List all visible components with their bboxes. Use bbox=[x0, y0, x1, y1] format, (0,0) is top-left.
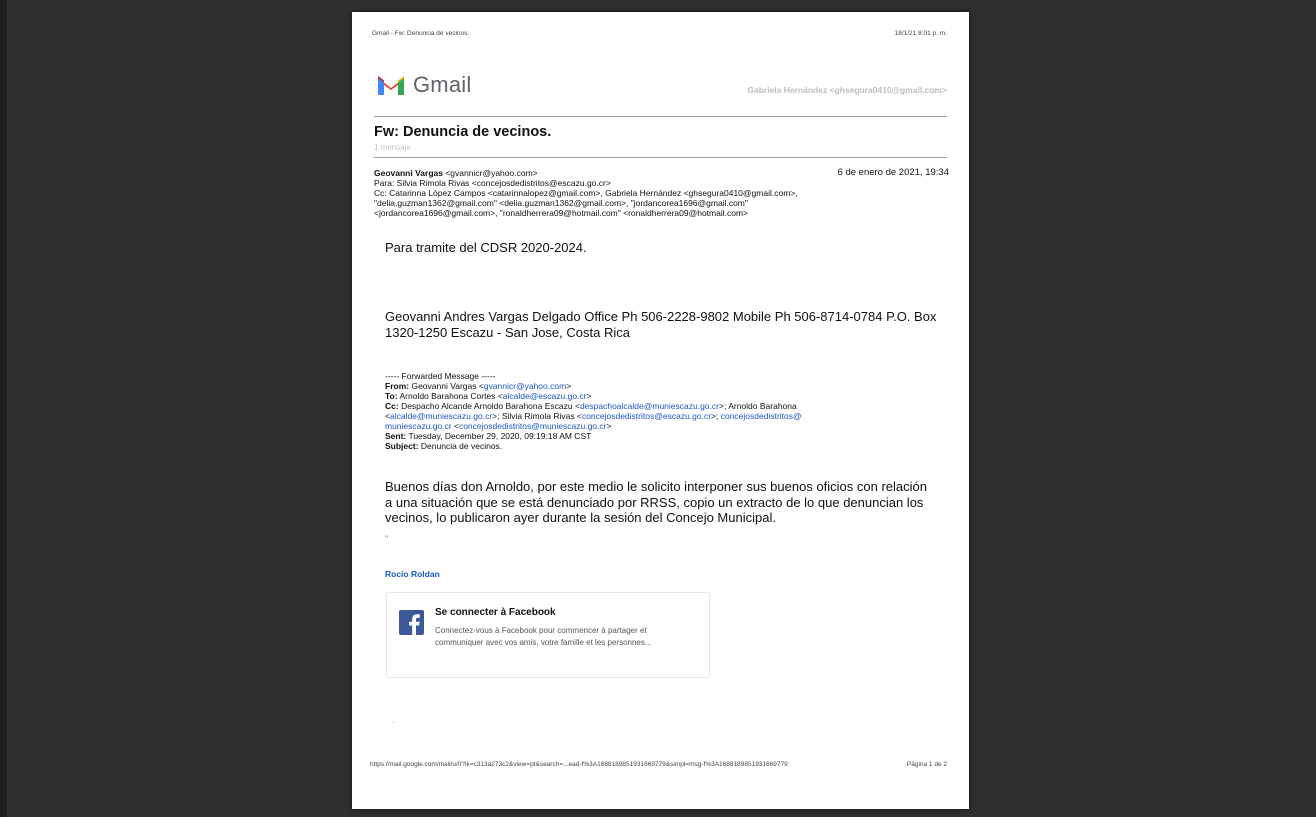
forwarded-signature-link[interactable]: Rocio Roldan bbox=[385, 569, 440, 579]
fwd-to: To: Arnoldo Barahona Cortes <alcalde@esc… bbox=[385, 391, 950, 401]
gmail-m-icon bbox=[378, 76, 404, 95]
to-line: Para: Silvia Rimola Rivas <concejosdedis… bbox=[374, 178, 611, 188]
fwd-cc-link[interactable]: alcalde@muniescazu.go.cr bbox=[390, 411, 492, 421]
fwd-cc-text: Despacho Alcande Arnoldo Barahona Escazu… bbox=[398, 401, 580, 411]
fwd-cc-label: Cc: bbox=[385, 401, 399, 411]
sender-name: Geovanni Vargas bbox=[374, 168, 443, 178]
facebook-link-card[interactable]: Se connecter à Facebook Connectez-vous à… bbox=[386, 592, 710, 678]
fwd-to-end: > bbox=[586, 391, 592, 401]
fwd-subject: Subject: Denuncia de vecinos. bbox=[385, 441, 950, 451]
signature-line: 1320-1250 Escazu - San Jose, Costa Rica bbox=[385, 324, 630, 340]
fwd-sent: Sent: Tuesday, December 29, 2020, 09:19:… bbox=[385, 431, 950, 441]
gmail-wordmark: Gmail bbox=[413, 72, 472, 97]
forwarded-body: Buenos días don Arnoldo, por este medio … bbox=[385, 479, 927, 526]
fwd-to-name: Arnoldo Barahona Cortes < bbox=[397, 391, 503, 401]
fwd-cc-link[interactable]: despachoalcalde@muniescazu.go.cr bbox=[580, 401, 719, 411]
forwarded-body-line: a una situación que se está denunciado p… bbox=[385, 494, 924, 510]
forwarded-divider: ----- Forwarded Message ----- bbox=[385, 371, 496, 381]
sender-email: <gvannicr@yahoo.com> bbox=[442, 168, 538, 178]
forwarded-body-line: Buenos días don Arnoldo, por este medio … bbox=[385, 479, 927, 494]
forwarded-block: ----- Forwarded Message ----- From: Geov… bbox=[385, 371, 950, 451]
fwd-cc-cont: <alcalde@muniescazu.go.cr>; Silvia Rimol… bbox=[385, 411, 950, 421]
facebook-icon bbox=[399, 610, 424, 635]
message-count: 1 mensaje bbox=[374, 143, 411, 152]
fwd-cc-text: >; Silvia Rimola Rivas < bbox=[492, 411, 582, 421]
message-date: 6 de enero de 2021, 19:34 bbox=[837, 167, 949, 178]
fwd-from: From: Geovanni Vargas <gvannicr@yahoo.co… bbox=[385, 381, 950, 391]
fwd-to-link[interactable]: alcalde@escazu.go.cr bbox=[503, 391, 587, 401]
facebook-card-title: Se connecter à Facebook bbox=[435, 607, 556, 618]
fwd-cc-text: >; bbox=[711, 411, 721, 421]
account-email: Gabriela Hernández <ghsegura0410@gmail.c… bbox=[747, 85, 947, 95]
header-divider bbox=[374, 116, 947, 117]
print-header-title: Gmail - Fw: Denuncia de vecinos. bbox=[372, 30, 470, 37]
facebook-card-description: Connectez-vous à Facebook pour commencer… bbox=[435, 626, 652, 647]
print-header-timestamp: 18/1/21 8:01 p. m. bbox=[894, 30, 947, 37]
print-footer-url: https://mail.google.com/mail/u/0?ik=c313… bbox=[370, 761, 788, 768]
fwd-subject-label: Subject: bbox=[385, 441, 419, 451]
fwd-cc-link[interactable]: concejosdedistritos@ bbox=[721, 411, 802, 421]
fwd-cc-text: >; Arnoldo Barahona bbox=[718, 401, 797, 411]
cc-line: "delia.guzman1362@gmail.com" <delia.guzm… bbox=[374, 198, 748, 208]
quote-mark: " bbox=[385, 534, 389, 544]
print-footer-page: Página 1 de 2 bbox=[906, 761, 947, 768]
sender-signature: Geovanni Andres Vargas Delgado Office Ph… bbox=[385, 309, 936, 340]
forwarded-body-line: vecinos, lo publicaron ayer durante la s… bbox=[385, 510, 776, 525]
fwd-sent-value: Tuesday, December 29, 2020, 09:19:18 AM … bbox=[406, 431, 592, 441]
viewer-sidebar-edge bbox=[0, 0, 7, 817]
subject-divider bbox=[374, 157, 947, 158]
fwd-from-end: > bbox=[566, 381, 572, 391]
fwd-from-link[interactable]: gvannicr@yahoo.com bbox=[484, 381, 566, 391]
fwd-cc-link[interactable]: concejosdedistritos@muniescazu.go.cr bbox=[459, 421, 607, 431]
thread-subject: Fw: Denuncia de vecinos. bbox=[374, 124, 552, 140]
gmail-logo: Gmail bbox=[376, 72, 471, 98]
fwd-to-label: To: bbox=[385, 391, 398, 401]
signature-line: Geovanni Andres Vargas Delgado Office Ph… bbox=[385, 309, 937, 324]
fwd-cc-text: < bbox=[451, 421, 459, 431]
fwd-cc-link[interactable]: concejosdedistritos@escazu.go.cr bbox=[582, 411, 711, 421]
fwd-cc-link[interactable]: muniescazu.go.cr bbox=[385, 421, 452, 431]
message-meta: Geovanni Vargas <gvannicr@yahoo.com> 6 d… bbox=[374, 167, 949, 219]
cc-line: <jordancorea1696@gmail.com>, "ronaldherr… bbox=[374, 208, 748, 218]
fwd-cc-text: > bbox=[606, 421, 612, 431]
fwd-from-name: Geovanni Vargas < bbox=[409, 381, 484, 391]
cc-line: Cc: Catarinna López Campos <catarinnalop… bbox=[374, 188, 798, 198]
fwd-cc-cont: muniescazu.go.cr <concejosdedistritos@mu… bbox=[385, 421, 950, 431]
fwd-from-label: From: bbox=[385, 381, 410, 391]
fwd-sent-label: Sent: bbox=[385, 431, 407, 441]
trailing-mark: . bbox=[392, 718, 394, 725]
pdf-page: Gmail - Fw: Denuncia de vecinos. 18/1/21… bbox=[352, 12, 969, 809]
fwd-cc: Cc: Despacho Alcande Arnoldo Barahona Es… bbox=[385, 401, 950, 411]
message-body-intro: Para tramite del CDSR 2020-2024. bbox=[385, 240, 587, 255]
fwd-subject-value: Denuncia de vecinos. bbox=[418, 441, 503, 451]
